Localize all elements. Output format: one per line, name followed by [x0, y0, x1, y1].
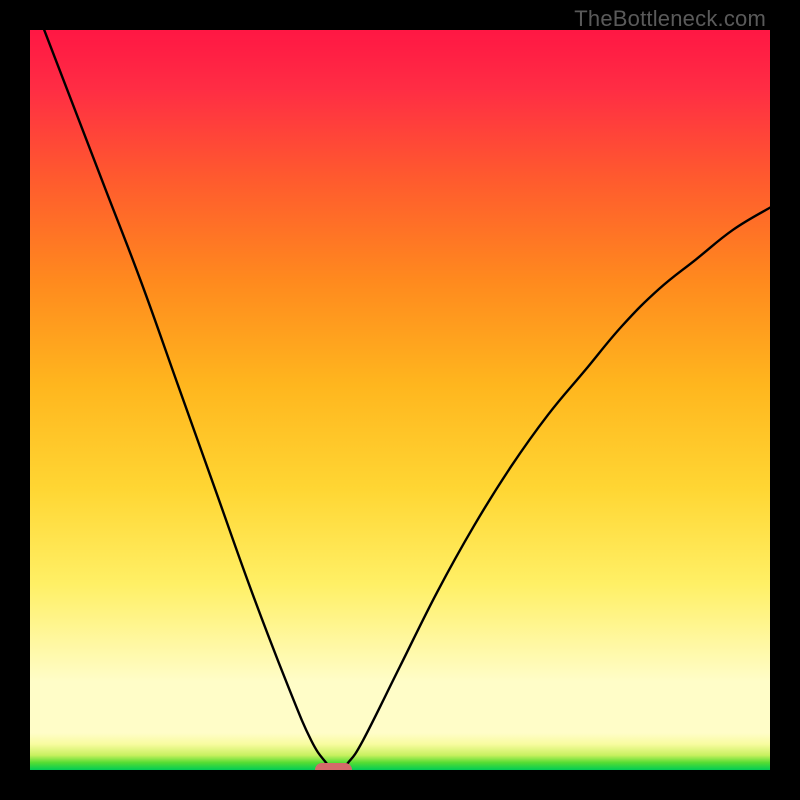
chart-frame: TheBottleneck.com [0, 0, 800, 800]
bottleneck-curve [30, 30, 770, 770]
watermark-text: TheBottleneck.com [574, 6, 766, 32]
plot-area [30, 30, 770, 770]
optimum-marker [315, 763, 352, 770]
